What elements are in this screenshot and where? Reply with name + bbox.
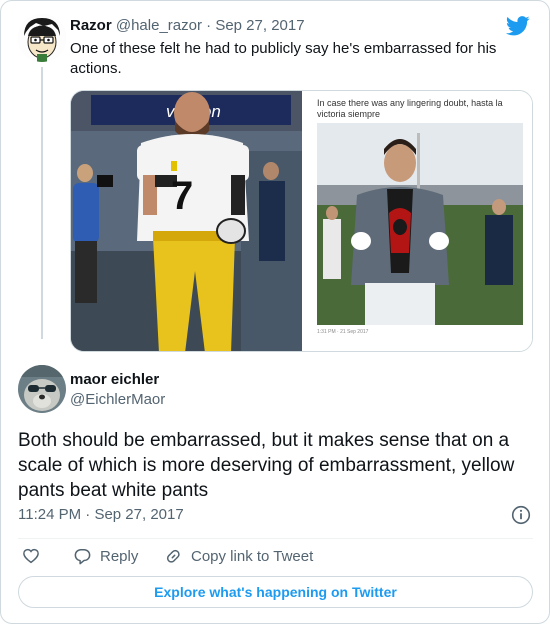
tweet-time[interactable]: 11:24 PM [18, 506, 81, 523]
media-footnote-timestamp: 1:31 PM · 21 Sep 2017 [317, 329, 369, 335]
header-separator: · [206, 17, 212, 34]
football-player-photo-image: verizon 7 [71, 91, 302, 351]
link-chain-icon [166, 549, 180, 563]
quoted-author-name[interactable]: Razor [70, 17, 112, 34]
main-author-avatar[interactable] [18, 365, 66, 413]
main-tweet-text: Both should be embarrassed, but it makes… [18, 430, 515, 501]
quoted-tweet-text: One of these felt he had to publicly say… [70, 40, 497, 77]
tweet-embed-card: Razor @hale_razor · Sep 27, 2017 One of … [0, 0, 550, 624]
reply-label: Reply [100, 547, 139, 565]
quoted-author-avatar[interactable] [18, 14, 66, 62]
media-caption-text: In case there was any lingering doubt, h… [317, 98, 503, 119]
divider [18, 538, 533, 539]
quoted-tweet-media[interactable]: verizon 7 [70, 90, 533, 352]
reply-button[interactable]: Reply [73, 545, 138, 567]
explore-twitter-button[interactable]: Explore what's happening on Twitter [18, 576, 533, 608]
thread-connector-line [41, 67, 43, 339]
quoted-tweet-date[interactable]: Sep 27, 2017 [215, 17, 304, 34]
media-photo-cadet[interactable]: In case there was any lingering doubt, h… [303, 91, 532, 351]
tweet-timestamp[interactable]: 11:24 PM · Sep 27, 2017 [18, 506, 184, 523]
info-icon[interactable] [511, 505, 531, 525]
svg-text:7: 7 [171, 174, 193, 218]
media-photo-football-player[interactable]: verizon 7 [71, 91, 302, 351]
dog-with-sunglasses-avatar-image [18, 365, 66, 413]
twitter-bird-icon[interactable] [506, 15, 530, 37]
main-author-name[interactable]: maor eichler [70, 371, 159, 388]
cadet-photo-image [317, 123, 523, 325]
quoted-author-handle[interactable]: @hale_razor [116, 17, 202, 34]
copy-link-button[interactable]: Copy link to Tweet [164, 545, 313, 567]
copy-link-label: Copy link to Tweet [191, 547, 314, 565]
like-button[interactable] [22, 545, 40, 567]
reply-bubble-icon [74, 548, 91, 564]
cartoon-face-avatar-image [18, 14, 66, 62]
heart-icon [23, 548, 39, 564]
tweet-actions-bar: Reply Copy link to Tweet [18, 545, 533, 567]
tweet-date[interactable]: Sep 27, 2017 [94, 506, 183, 523]
quoted-tweet-header: Razor @hale_razor · Sep 27, 2017 [70, 17, 305, 34]
main-author-handle[interactable]: @EichlerMaor [70, 391, 165, 408]
timestamp-separator: · [85, 506, 91, 523]
